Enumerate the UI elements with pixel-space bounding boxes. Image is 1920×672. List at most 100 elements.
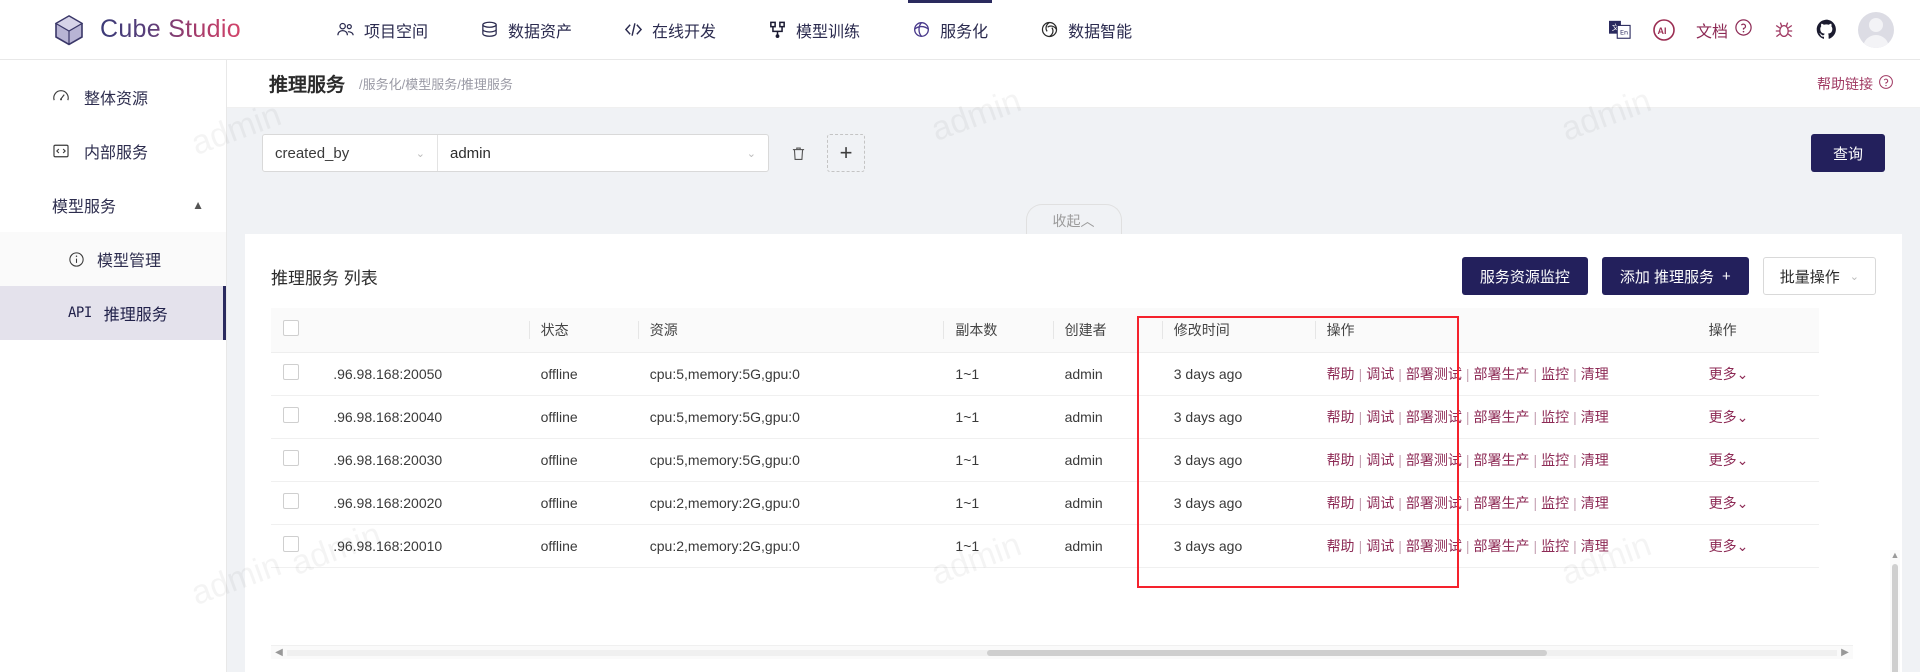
service-resource-monitor-button[interactable]: 服务资源监控: [1461, 257, 1588, 295]
hscroll-track[interactable]: [287, 649, 1837, 656]
brand[interactable]: Cube Studio: [52, 13, 302, 47]
doc-link[interactable]: 文档: [1696, 18, 1753, 42]
select-all-checkbox[interactable]: [283, 320, 299, 337]
more-dropdown[interactable]: 更多⌄: [1709, 452, 1749, 468]
op-link-2[interactable]: 部署测试: [1406, 409, 1462, 425]
table-row: .96.98.168:20020 offline cpu:2,memory:2G,g…: [271, 481, 1819, 525]
op-separator: |: [1358, 537, 1363, 554]
filter-field-value: created_by: [275, 144, 350, 162]
question-circle-icon: [1734, 18, 1753, 42]
brand-name: Cube Studio: [100, 15, 241, 43]
row-checkbox[interactable]: [283, 493, 299, 509]
chevron-down-icon: ⌄: [746, 147, 756, 160]
github-icon[interactable]: [1815, 18, 1838, 41]
op-link-1[interactable]: 调试: [1366, 366, 1394, 382]
nav-item-data-assets[interactable]: 数据资产: [454, 0, 598, 60]
add-inference-service-button[interactable]: 添加 推理服务 +: [1601, 257, 1749, 295]
op-link-5[interactable]: 清理: [1581, 452, 1609, 468]
op-separator: |: [1465, 365, 1470, 382]
op-link-2[interactable]: 部署测试: [1406, 538, 1462, 554]
vertical-scroll-thumb[interactable]: [1892, 564, 1898, 672]
op-separator: |: [1398, 365, 1402, 382]
op-separator: |: [1533, 494, 1538, 511]
op-link-5[interactable]: 清理: [1581, 538, 1609, 554]
sidebar-item-model-management[interactable]: 模型管理: [0, 232, 226, 286]
row-checkbox[interactable]: [283, 450, 299, 466]
collapse-filter-button[interactable]: 收起︿: [1025, 204, 1122, 235]
flow-icon: [768, 20, 787, 39]
op-link-5[interactable]: 清理: [1581, 366, 1609, 382]
globe-icon: [912, 20, 931, 39]
column-modified: 修改时间: [1161, 308, 1315, 353]
query-button[interactable]: 查询: [1811, 134, 1885, 172]
op-link-1[interactable]: 调试: [1366, 452, 1394, 468]
help-link[interactable]: 帮助链接: [1817, 74, 1894, 94]
op-link-4[interactable]: 监控: [1541, 538, 1569, 554]
op-link-1[interactable]: 调试: [1366, 538, 1394, 554]
nav-item-online-dev[interactable]: 在线开发: [598, 0, 742, 60]
table-header: 状态 资源 副本数 创建者 修改时间 操作 操作: [271, 308, 1819, 353]
horizontal-scroll-thumb[interactable]: [987, 649, 1547, 656]
op-separator: |: [1465, 451, 1470, 468]
op-link-5[interactable]: 清理: [1581, 495, 1609, 511]
filter-value-select[interactable]: admin ⌄: [438, 135, 768, 171]
more-dropdown[interactable]: 更多⌄: [1709, 538, 1749, 554]
bug-icon[interactable]: [1773, 19, 1795, 41]
op-link-4[interactable]: 监控: [1541, 452, 1569, 468]
cell-more: 更多⌄: [1696, 438, 1819, 482]
column-operations-label: 操作: [1326, 321, 1355, 338]
ai-icon[interactable]: AI: [1652, 18, 1676, 42]
table-horizontal-scrollbar[interactable]: ◀ ▶: [271, 645, 1853, 659]
sidebar-item-inference-service[interactable]: API 推理服务: [0, 286, 226, 340]
row-checkbox[interactable]: [283, 364, 299, 380]
op-link-1[interactable]: 调试: [1366, 495, 1394, 511]
more-dropdown[interactable]: 更多⌄: [1709, 495, 1749, 511]
op-separator: |: [1398, 408, 1402, 425]
op-link-2[interactable]: 部署测试: [1406, 452, 1462, 468]
op-link-3[interactable]: 部署生产: [1473, 366, 1529, 382]
op-separator: |: [1465, 408, 1470, 425]
cell-resource: cpu:5,memory:5G,gpu:0: [637, 352, 944, 396]
op-link-0[interactable]: 帮助: [1327, 538, 1355, 554]
table-vertical-scrollbar[interactable]: ▲ ▼: [1890, 550, 1900, 672]
nav-item-project-space[interactable]: 项目空间: [310, 0, 454, 60]
more-dropdown[interactable]: 更多⌄: [1709, 409, 1749, 425]
translate-icon[interactable]: 文 En: [1608, 19, 1632, 41]
card-actions: 服务资源监控 添加 推理服务 + 批量操作 ⌄: [1461, 257, 1876, 295]
op-link-2[interactable]: 部署测试: [1406, 495, 1462, 511]
scroll-left-arrow[interactable]: ◀: [271, 647, 287, 658]
op-link-0[interactable]: 帮助: [1327, 495, 1355, 511]
row-checkbox[interactable]: [283, 407, 299, 423]
batch-operation-button[interactable]: 批量操作 ⌄: [1762, 257, 1876, 295]
filter-field-select[interactable]: created_by ⌄: [263, 135, 438, 171]
scroll-right-arrow[interactable]: ▶: [1837, 647, 1853, 658]
op-link-3[interactable]: 部署生产: [1473, 538, 1529, 554]
column-modified-label: 修改时间: [1173, 321, 1230, 338]
op-link-3[interactable]: 部署生产: [1473, 409, 1529, 425]
scroll-up-arrow[interactable]: ▲: [1890, 550, 1900, 560]
op-link-0[interactable]: 帮助: [1327, 409, 1355, 425]
delete-filter-button[interactable]: [781, 134, 815, 172]
op-link-3[interactable]: 部署生产: [1473, 495, 1529, 511]
chevron-up-icon[interactable]: ▲: [192, 198, 204, 212]
nav-item-data-intelligence[interactable]: 数据智能: [1014, 0, 1158, 60]
code-box-icon: [52, 142, 72, 160]
nav-item-serving[interactable]: 服务化: [886, 0, 1014, 60]
op-link-0[interactable]: 帮助: [1327, 366, 1355, 382]
op-link-0[interactable]: 帮助: [1327, 452, 1355, 468]
op-link-5[interactable]: 清理: [1581, 409, 1609, 425]
more-dropdown[interactable]: 更多⌄: [1709, 366, 1749, 382]
sidebar-group-model-service[interactable]: 模型服务 ▲: [0, 178, 226, 232]
row-checkbox[interactable]: [283, 536, 299, 552]
add-filter-button[interactable]: +: [827, 134, 865, 172]
sidebar-item-overall-resource[interactable]: 整体资源: [0, 70, 226, 124]
op-link-4[interactable]: 监控: [1541, 366, 1569, 382]
op-link-1[interactable]: 调试: [1366, 409, 1394, 425]
nav-item-model-training[interactable]: 模型训练: [742, 0, 886, 60]
op-link-3[interactable]: 部署生产: [1473, 452, 1529, 468]
op-link-2[interactable]: 部署测试: [1406, 366, 1462, 382]
user-avatar[interactable]: [1858, 11, 1894, 48]
op-link-4[interactable]: 监控: [1541, 409, 1569, 425]
sidebar-item-internal-service[interactable]: 内部服务: [0, 124, 226, 178]
op-link-4[interactable]: 监控: [1541, 495, 1569, 511]
